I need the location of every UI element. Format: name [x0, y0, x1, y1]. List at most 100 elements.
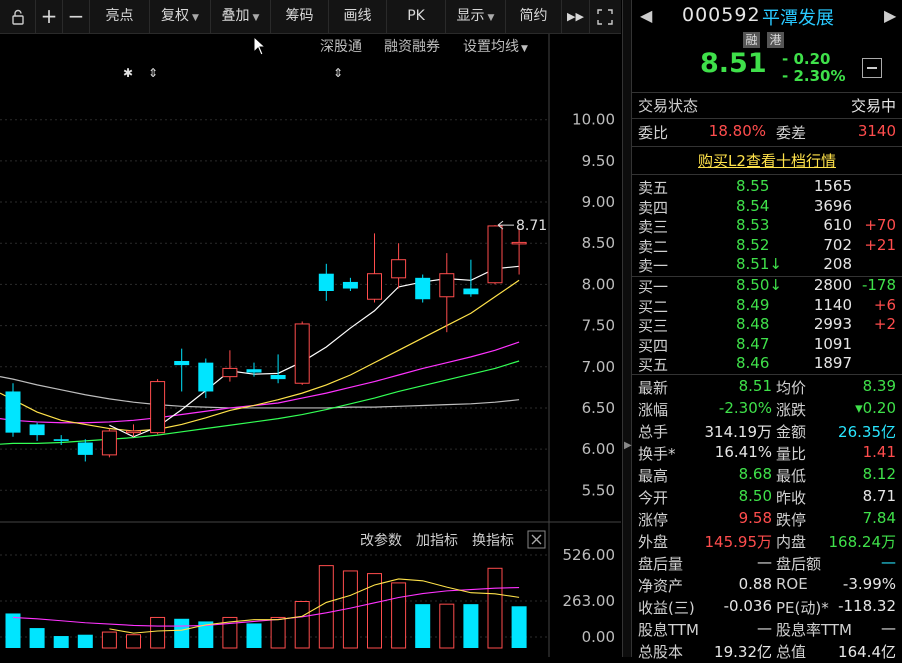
order-ratio-row: 委比 18.80% 委差 3140 [638, 122, 896, 144]
stat-label: 涨停 [638, 511, 669, 529]
level-label: 买二 [638, 297, 669, 316]
caret-down-icon: ▼ [487, 13, 495, 23]
stat-row: 净资产 0.88 ROE -3.99% [638, 575, 896, 597]
price-change: - 0.20 [782, 50, 831, 68]
stat-label: 总手 [638, 423, 669, 441]
stat-row: 最高 8.68 最低 8.12 [638, 465, 896, 487]
ask-row[interactable]: 卖一 8.51↓ 208 [638, 255, 896, 277]
candle-body [174, 361, 190, 366]
stat-label: 外盘 [638, 533, 669, 551]
high-price-marker: 8.71 [497, 218, 547, 234]
stat-label: 收益(三) [638, 599, 695, 617]
caret-down-icon: ▼ [252, 13, 260, 23]
bid-row[interactable]: 买五 8.46 1897 [638, 354, 896, 376]
collapse-icon[interactable] [862, 58, 882, 78]
overlay-button[interactable]: 叠加 ▼ [211, 0, 271, 33]
volume-bar [511, 606, 527, 648]
display-button[interactable]: 显示 ▼ [446, 0, 506, 33]
candle-body [126, 430, 141, 434]
stock-code: 000592 [682, 4, 761, 26]
volume-bar [101, 631, 117, 649]
price-tick-label: 8.00 [582, 275, 615, 293]
volume-bar [53, 636, 69, 648]
simple-button[interactable]: 简约 [506, 0, 562, 33]
pk-button[interactable]: PK [387, 0, 446, 33]
price-change-pct: - 2.30% [782, 67, 846, 85]
volume-bar [246, 623, 262, 648]
overlay-label: 叠加 [221, 8, 250, 24]
price-tick-label: 9.00 [582, 193, 615, 211]
stat-row: 外盘 145.95万 内盘 168.24万 [638, 531, 896, 553]
stat-value: -118.32 [838, 597, 896, 615]
zoom-out-button[interactable]: − [63, 0, 90, 33]
adjust-button[interactable]: 复权 ▼ [150, 0, 211, 33]
l2-upgrade-link[interactable]: 购买L2查看十档行情 [632, 150, 902, 171]
zoom-in-button[interactable]: + [36, 0, 63, 33]
price-tick-label: 6.50 [582, 399, 615, 417]
fullscreen-icon[interactable] [590, 0, 619, 33]
stat-label: 涨幅 [638, 401, 669, 419]
price-tick-label: 10.00 [572, 111, 615, 129]
prev-stock-arrow-icon[interactable]: ◀ [640, 6, 652, 25]
candle-body [367, 273, 382, 300]
stat-value: — [757, 553, 772, 571]
ma-line-ma5 [109, 265, 520, 438]
weibi-value: 18.80% [708, 122, 766, 140]
volume-bars [5, 565, 527, 649]
stat-label: 最新 [638, 379, 669, 397]
level-volume: 208 [823, 255, 852, 273]
adjust-label: 复权 [161, 8, 190, 24]
price-tick-label: 6.00 [582, 440, 615, 458]
stat-row: 今开 8.50 昨收 8.71 [638, 487, 896, 509]
level-volume: 3696 [813, 196, 852, 215]
panel-splitter[interactable]: ▶ [622, 0, 632, 657]
volume-bar [270, 616, 286, 649]
event-marker-icon[interactable]: ✱ [123, 66, 133, 80]
event-marker-icon[interactable]: ⇕ [148, 66, 158, 80]
edit-params-button[interactable]: 改参数 [360, 532, 402, 549]
event-marker-icon[interactable]: ⇕ [333, 66, 343, 80]
candle-body [246, 369, 262, 373]
level-label: 卖二 [638, 237, 669, 256]
level-volume: 1565 [813, 177, 852, 195]
volume-tick-label: 263.00 [563, 592, 616, 610]
draw-line-button[interactable]: 画线 [329, 0, 387, 33]
stat-row: 股息TTM — 股息率TTM — [638, 619, 896, 641]
switch-indicator-button[interactable]: 换指标 [472, 532, 514, 549]
price-tick-label: 7.50 [582, 317, 615, 335]
stat-row: 换手* 16.41% 量比 1.41 [638, 443, 896, 465]
highlight-button[interactable]: 亮点 [90, 0, 150, 33]
volume-bar [391, 582, 407, 649]
stat-value: 0.88 [738, 575, 772, 593]
next-stock-arrow-icon[interactable]: ▶ [884, 6, 896, 25]
level-label: 买一 [638, 278, 669, 296]
candle-body [270, 375, 286, 380]
unlock-icon[interactable] [0, 0, 36, 33]
stat-label: 盘后量 [638, 555, 684, 573]
margin-tag: 融 [743, 32, 760, 48]
stock-name: 平潭发展 [762, 8, 834, 29]
candle-body [198, 362, 214, 392]
volume-bar [318, 565, 334, 649]
divider [632, 118, 902, 119]
collapse-arrow-icon[interactable]: ▶ [624, 440, 632, 451]
stat-value: 26.35亿 [838, 423, 896, 441]
trade-status-row: 交易状态 交易中 [638, 95, 896, 117]
kline-chart[interactable]: 10.00 9.50 9.00 8.50 8.00 7.50 7.00 6.50 6.00 5.5… [0, 34, 621, 657]
stat-value: 1.41 [862, 443, 896, 461]
level-volume: 2800 [813, 276, 852, 294]
candle-body [150, 381, 166, 434]
stat-value: 8.68 [738, 465, 772, 483]
fast-forward-icon[interactable]: ▶▶ [562, 0, 590, 33]
close-indicator-icon[interactable] [527, 530, 546, 549]
level-label: 买五 [638, 356, 669, 374]
chips-button[interactable]: 筹码 [271, 0, 329, 33]
volume-bar [5, 613, 21, 648]
stat-value: 314.19万 [704, 423, 773, 441]
quote-panel: ◀ 000592 平潭发展 ▶ 融 港 8.51 - 0.20 - 2.30% … [632, 0, 902, 661]
stat-row: 涨停 9.58 跌停 7.84 [638, 509, 896, 531]
candle-body [53, 439, 69, 441]
level-change: +6 [873, 295, 896, 314]
level-volume: 2993 [813, 315, 852, 333]
add-indicator-button[interactable]: 加指标 [416, 533, 458, 549]
